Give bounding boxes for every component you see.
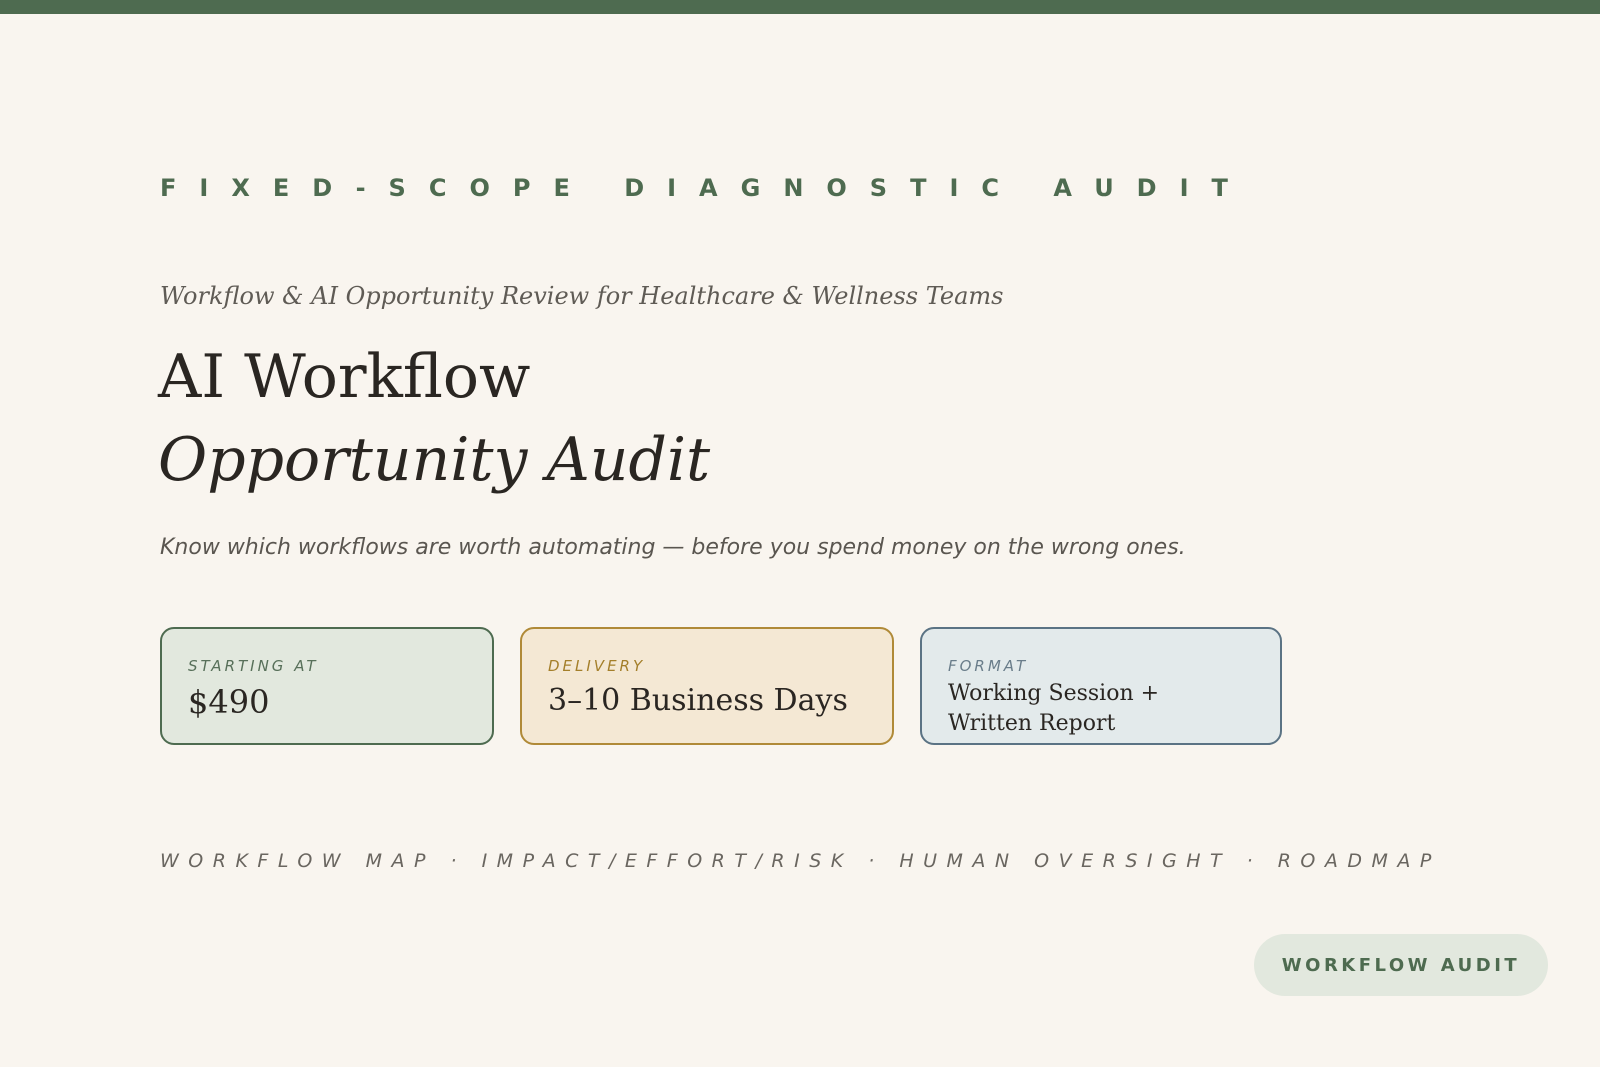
price-card-label: STARTING AT: [188, 657, 319, 675]
delivery-card-label: DELIVERY: [548, 657, 646, 675]
page-title-line-1: AI Workflow: [158, 342, 531, 412]
tagline: Know which workflows are worth automatin…: [160, 535, 1186, 560]
delivery-card-value: 3–10 Business Days: [548, 683, 848, 718]
eyebrow-label: FIXED-SCOPE DIAGNOSTIC AUDIT: [160, 174, 1251, 202]
format-card: FORMAT Working Session + Written Report: [920, 627, 1282, 745]
subtitle: Workflow & AI Opportunity Review for Hea…: [160, 282, 1004, 310]
page-title-line-2: Opportunity Audit: [158, 425, 711, 495]
deliverables-list: WORKFLOW MAP · IMPACT/EFFORT/RISK · HUMA…: [160, 850, 1441, 872]
workflow-audit-badge: WORKFLOW AUDIT: [1254, 934, 1548, 996]
format-card-value: Working Session + Written Report: [948, 681, 1160, 736]
format-card-label: FORMAT: [948, 657, 1029, 675]
page-title: AI Workflow Opportunity Audit: [158, 336, 710, 502]
price-card: STARTING AT $490: [160, 627, 494, 745]
delivery-card: DELIVERY 3–10 Business Days: [520, 627, 894, 745]
price-card-value: $490: [188, 683, 270, 721]
top-accent-bar: [0, 0, 1600, 14]
